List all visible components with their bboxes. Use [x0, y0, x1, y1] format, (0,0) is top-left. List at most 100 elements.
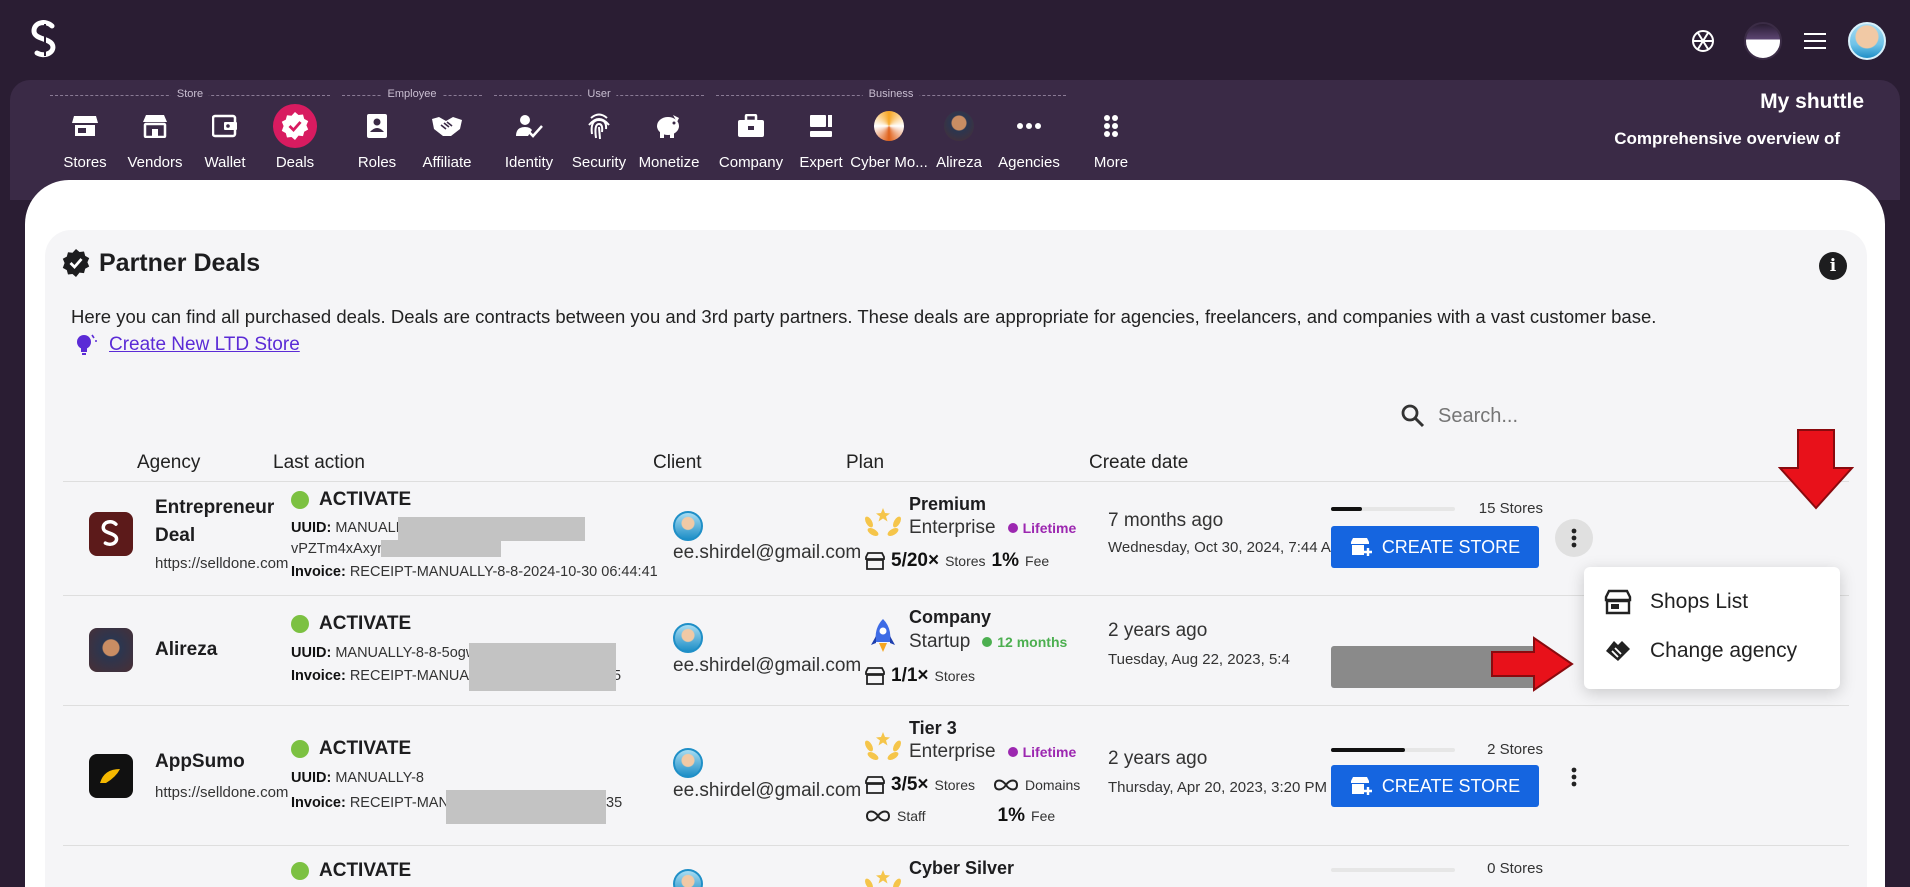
laurel-icon [863, 502, 903, 542]
duration-badge: 12 months [982, 634, 1067, 650]
redaction [381, 540, 501, 557]
create-ltd-link[interactable]: Create New LTD Store [75, 333, 300, 357]
lifetime-badge: Lifetime [1008, 744, 1077, 760]
redaction [398, 517, 585, 541]
invoice-value: RECEIPT-MANUALLY-8-8-2024-10-30 06:44:41 [349, 564, 658, 580]
table-row[interactable]: ACTIVATE Cyber Silver 0 Stores [63, 845, 1849, 887]
agency-logo [89, 628, 133, 672]
nav-item-monetize[interactable]: Monetize [627, 104, 711, 171]
page-title: Partner Deals [99, 248, 261, 277]
nav-item-more[interactable]: More [1069, 104, 1153, 171]
arrow-down-icon [1778, 429, 1854, 510]
status-label: ACTIVATE [319, 860, 412, 881]
plan-tier: Enterprise Lifetime [909, 517, 1076, 539]
menu-item-label: Change agency [1650, 639, 1798, 662]
page-content: Partner Deals i Here you can find all pu… [25, 180, 1885, 887]
progress-fill [1331, 748, 1406, 752]
user-avatar[interactable] [1848, 22, 1886, 60]
store-progress-bar [1331, 868, 1455, 872]
client-avatar[interactable] [673, 869, 703, 887]
uuid-label: UUID: [291, 520, 332, 536]
date-relative: 7 months ago [1108, 510, 1224, 531]
client-avatar[interactable] [673, 511, 703, 541]
domains-label: Domains [1024, 777, 1081, 793]
stores-value: 3/5× [891, 774, 929, 795]
create-store-button[interactable]: CREATE STORE [1331, 526, 1539, 568]
uuid-value: MANUALLY-8-8-5ogwnl [335, 645, 488, 661]
shop-icon [1604, 589, 1632, 615]
stores-value: 5/20× [891, 550, 940, 571]
uuid-label: UUID: [291, 770, 332, 786]
invoice-label: Invoice: [291, 795, 346, 811]
info-icon[interactable]: i [1819, 252, 1847, 280]
status-activate: ACTIVATE [291, 738, 411, 760]
row-menu-button[interactable] [1555, 758, 1593, 796]
wave-avatar-icon[interactable] [1744, 22, 1782, 60]
menu-icon[interactable] [1804, 33, 1826, 49]
menu-item-change-agency[interactable]: Change agency [1604, 639, 1797, 663]
uuid-label: UUID: [291, 645, 332, 661]
status-label: ACTIVATE [319, 738, 412, 759]
table-row[interactable]: Entrepreneur Deal https://selldone.com A… [63, 481, 1849, 595]
column-header-last-action[interactable]: Last action [273, 452, 365, 474]
infinity-icon [865, 810, 891, 822]
search-icon [1401, 404, 1425, 428]
column-header-client[interactable]: Client [653, 452, 702, 474]
alireza-avatar [937, 104, 981, 148]
client-avatar[interactable] [673, 748, 703, 778]
arrow-right-icon [1491, 636, 1574, 692]
table-row[interactable]: AppSumo https://selldone.com ACTIVATE UU… [63, 705, 1849, 845]
nav-item-agencies[interactable]: Agencies [987, 104, 1071, 171]
date-absolute: Tuesday, Aug 22, 2023, 5:4 [1108, 651, 1290, 668]
client-avatar[interactable] [673, 623, 703, 653]
stores-count: 2 Stores [1487, 741, 1543, 758]
plan-tier: Startup 12 months [909, 631, 1067, 653]
selldone-logo-icon[interactable] [28, 20, 62, 60]
nav-label: Affiliate [422, 154, 472, 171]
table-row[interactable]: Alireza ACTIVATE UUID: MANUALLY-8-8-5ogw… [63, 595, 1849, 705]
group-label-employee: Employee [381, 88, 443, 100]
more-horizontal-icon [1007, 104, 1051, 148]
status-dot-icon [291, 862, 309, 880]
create-ltd-link-text[interactable]: Create New LTD Store [109, 334, 300, 356]
agency-url: https://selldone.com [155, 784, 289, 801]
nav-item-affiliate[interactable]: Affiliate [405, 104, 489, 171]
agency-name: Entrepreneur Deal [155, 497, 275, 546]
agency-name: Alireza [155, 639, 218, 660]
create-store-button[interactable]: CREATE STORE [1331, 765, 1539, 807]
menu-item-label: Shops List [1650, 590, 1749, 613]
status-dot-icon [291, 740, 309, 758]
plan-name: Tier 3 [909, 718, 957, 738]
column-header-agency[interactable]: Agency [137, 452, 200, 474]
client-email: ee.shirdel@gmail.com [673, 542, 862, 563]
staff-label: Staff [897, 808, 926, 824]
briefcase-icon [729, 104, 773, 148]
partner-deals-card: Partner Deals i Here you can find all pu… [45, 230, 1867, 887]
add-store-icon [1350, 538, 1372, 556]
column-header-create-date[interactable]: Create date [1089, 452, 1188, 474]
nav-item-deals[interactable]: Deals [253, 104, 337, 171]
menu-item-shops-list[interactable]: Shops List [1604, 589, 1748, 615]
row-context-menu: Shops List Change agency [1584, 567, 1840, 689]
shuttle-subtitle: Comprehensive overview of [1614, 129, 1840, 148]
search-input[interactable] [1438, 404, 1618, 428]
laurel-icon [863, 726, 903, 766]
laurel-icon [863, 864, 903, 887]
lightbulb-icon [77, 334, 97, 355]
invoice-label: Invoice: [291, 668, 346, 684]
search-box[interactable] [1400, 403, 1618, 429]
fee-label: Fee [1025, 553, 1050, 569]
lifetime-badge: Lifetime [1008, 520, 1077, 536]
row-menu-button[interactable] [1555, 519, 1593, 557]
openai-icon[interactable] [1684, 22, 1722, 60]
shuttle-title: My shuttle [1760, 90, 1864, 113]
add-store-icon [1350, 777, 1372, 795]
nav-label: More [1093, 154, 1129, 171]
appsumo-logo-icon [100, 769, 120, 783]
plan-stats: 3/5× Stores Domains [865, 774, 1080, 796]
store-icon [865, 552, 885, 570]
agency-name: AppSumo [155, 751, 245, 772]
plan-tier: Enterprise Lifetime [909, 741, 1076, 763]
status-label: ACTIVATE [319, 613, 412, 634]
column-header-plan[interactable]: Plan [846, 452, 884, 474]
